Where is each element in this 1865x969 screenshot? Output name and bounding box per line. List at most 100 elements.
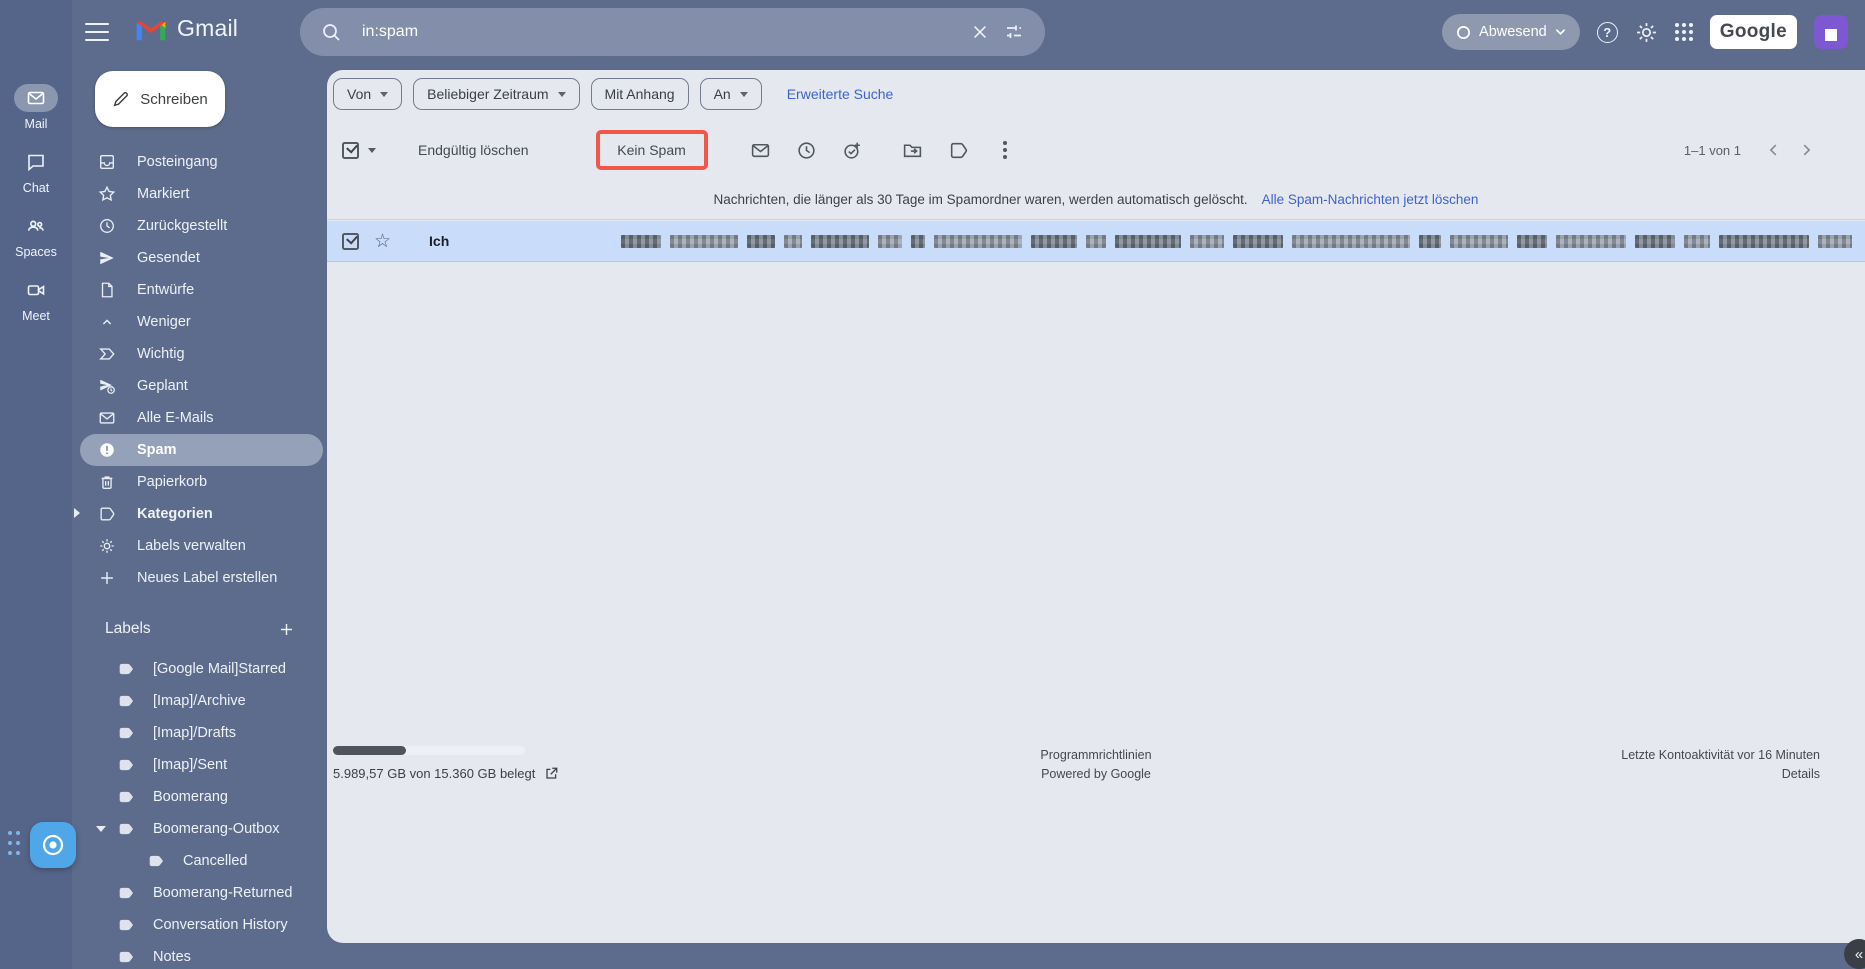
spaces-icon: [14, 212, 58, 240]
drag-handle-dots[interactable]: [8, 831, 22, 859]
label-item-label: Notes: [153, 949, 191, 965]
sidebar-item-neues-label[interactable]: Neues Label erstellen: [80, 562, 320, 594]
sidebar-item-label: Neues Label erstellen: [137, 570, 278, 586]
draft-icon: [97, 281, 117, 299]
search-input[interactable]: [362, 23, 963, 41]
google-widget[interactable]: Google: [1709, 15, 1797, 49]
activity-details-link[interactable]: Details: [1621, 765, 1820, 784]
add-label-plus-icon[interactable]: [278, 621, 295, 638]
search-bar[interactable]: [300, 8, 1045, 56]
label-item[interactable]: Cancelled: [80, 845, 320, 877]
sidebar-item-posteingang[interactable]: Posteingang: [80, 146, 320, 178]
avatar[interactable]: [1814, 15, 1848, 49]
select-dropdown-caret-icon[interactable]: [368, 147, 376, 153]
status-chip[interactable]: Abwesend: [1442, 14, 1580, 50]
sidebar-item-label: Alle E-Mails: [137, 410, 214, 426]
add-to-tasks-icon[interactable]: [840, 137, 866, 163]
star-icon: [97, 185, 117, 203]
sidebar-item-gesendet[interactable]: Gesendet: [80, 242, 320, 274]
header-actions: Abwesend ? Google: [1442, 0, 1848, 64]
sidebar-item-kategorien[interactable]: Kategorien: [74, 498, 320, 530]
sidebar-item-markiert[interactable]: Markiert: [80, 178, 320, 210]
filter-chip-anhang[interactable]: Mit Anhang: [590, 78, 689, 110]
sidebar-item-entwuerfe[interactable]: Entwürfe: [80, 274, 320, 306]
pagination: 1–1 von 1: [1684, 124, 1815, 176]
snooze-clock-icon[interactable]: [794, 137, 820, 163]
collapse-corner-button[interactable]: «: [1844, 939, 1865, 969]
compose-label: Schreiben: [140, 90, 208, 108]
advanced-search-link[interactable]: Erweiterte Suche: [787, 86, 894, 102]
sidebar: Schreiben Posteingang Markiert Zurückges…: [72, 64, 327, 969]
sidebar-item-spam[interactable]: Spam: [80, 434, 323, 466]
sidebar-item-zurueckgestellt[interactable]: Zurückgestellt: [80, 210, 320, 242]
star-toggle-icon[interactable]: ☆: [374, 232, 391, 251]
email-row[interactable]: ☆ Ich: [327, 221, 1865, 262]
sidebar-item-alle-emails[interactable]: Alle E-Mails: [80, 402, 320, 434]
delete-forever-button[interactable]: Endgültig löschen: [418, 142, 529, 158]
not-spam-button[interactable]: Kein Spam: [617, 142, 685, 158]
expand-caret-icon[interactable]: [74, 508, 80, 518]
label-tag-icon: [118, 822, 135, 836]
chevron-up-icon: [97, 314, 117, 330]
rail-item-chat[interactable]: Chat: [0, 148, 72, 195]
sidebar-item-wichtig[interactable]: Wichtig: [80, 338, 320, 370]
newer-page-chevron-icon[interactable]: [1765, 141, 1783, 159]
sidebar-item-label: Gesendet: [137, 250, 200, 266]
label-item[interactable]: Conversation History: [80, 909, 320, 941]
filter-chip-zeitraum[interactable]: Beliebiger Zeitraum: [413, 78, 580, 110]
label-item[interactable]: Boomerang: [80, 781, 320, 813]
label-item[interactable]: [Imap]/Sent: [80, 749, 320, 781]
clear-search-icon[interactable]: [963, 15, 997, 49]
category-label-icon: [97, 505, 117, 523]
chevron-down-icon: [1555, 29, 1565, 36]
chip-label: Beliebiger Zeitraum: [427, 86, 549, 102]
sidebar-item-papierkorb[interactable]: Papierkorb: [80, 466, 320, 498]
redacted-subject: [621, 234, 1365, 248]
gmail-app: Mail Chat Spaces Meet Gmail in:spam Abwe…: [0, 0, 1865, 969]
search-icon[interactable]: [314, 15, 348, 49]
delete-all-spam-link[interactable]: Alle Spam-Nachrichten jetzt löschen: [1262, 192, 1479, 207]
rail-item-mail[interactable]: Mail: [0, 84, 72, 131]
older-page-chevron-icon[interactable]: [1797, 141, 1815, 159]
help-icon[interactable]: ?: [1596, 21, 1618, 43]
hamburger-menu-icon[interactable]: [84, 21, 110, 43]
sidebar-item-geplant[interactable]: Geplant: [80, 370, 320, 402]
sidebar-item-weniger[interactable]: Weniger: [80, 306, 320, 338]
last-activity-text: Letzte Kontoaktivität vor 16 Minuten: [1621, 748, 1820, 762]
rail-item-spaces[interactable]: Spaces: [0, 212, 72, 259]
label-item[interactable]: Boomerang-Returned: [80, 877, 320, 909]
mark-read-envelope-icon[interactable]: [748, 137, 774, 163]
label-tag-icon: [118, 694, 135, 708]
compose-button[interactable]: Schreiben: [95, 71, 225, 127]
label-item-label: Boomerang-Outbox: [153, 821, 280, 837]
filter-chip-an[interactable]: An: [699, 78, 762, 110]
label-tag-icon: [118, 918, 135, 932]
label-item[interactable]: [Google Mail]Starred: [80, 653, 320, 685]
row-checkbox[interactable]: [342, 232, 359, 250]
sidebar-item-label: Zurückgestellt: [137, 218, 228, 234]
label-item[interactable]: [Imap]/Archive: [80, 685, 320, 717]
filter-chip-von[interactable]: Von: [333, 78, 403, 110]
label-item[interactable]: [Imap]/Drafts: [80, 717, 320, 749]
sidebar-item-label: Posteingang: [137, 154, 218, 170]
record-target-icon: [42, 834, 64, 856]
search-options-icon[interactable]: [997, 15, 1031, 49]
collapse-caret-icon[interactable]: [96, 826, 106, 832]
rail-item-meet[interactable]: Meet: [0, 276, 72, 323]
label-icon[interactable]: [946, 137, 972, 163]
chevron-down-icon: [557, 91, 566, 97]
sidebar-item-labels-verwalten[interactable]: Labels verwalten: [80, 530, 320, 562]
all-mail-icon: [97, 409, 117, 427]
move-to-folder-icon[interactable]: [900, 137, 926, 163]
status-circle-icon: [1457, 25, 1470, 39]
more-options-icon[interactable]: [992, 137, 1018, 163]
screen-recorder-button[interactable]: [30, 822, 76, 868]
label-item-label: Boomerang: [153, 789, 228, 805]
sidebar-item-label: Spam: [137, 442, 177, 458]
settings-gear-icon[interactable]: [1635, 21, 1658, 44]
main-content: Von Beliebiger Zeitraum Mit Anhang An Er…: [327, 70, 1865, 943]
select-all-checkbox[interactable]: [342, 141, 359, 159]
label-item[interactable]: Notes: [80, 941, 320, 969]
google-apps-grid-icon[interactable]: [1674, 23, 1693, 41]
label-item[interactable]: Boomerang-Outbox: [80, 813, 320, 845]
